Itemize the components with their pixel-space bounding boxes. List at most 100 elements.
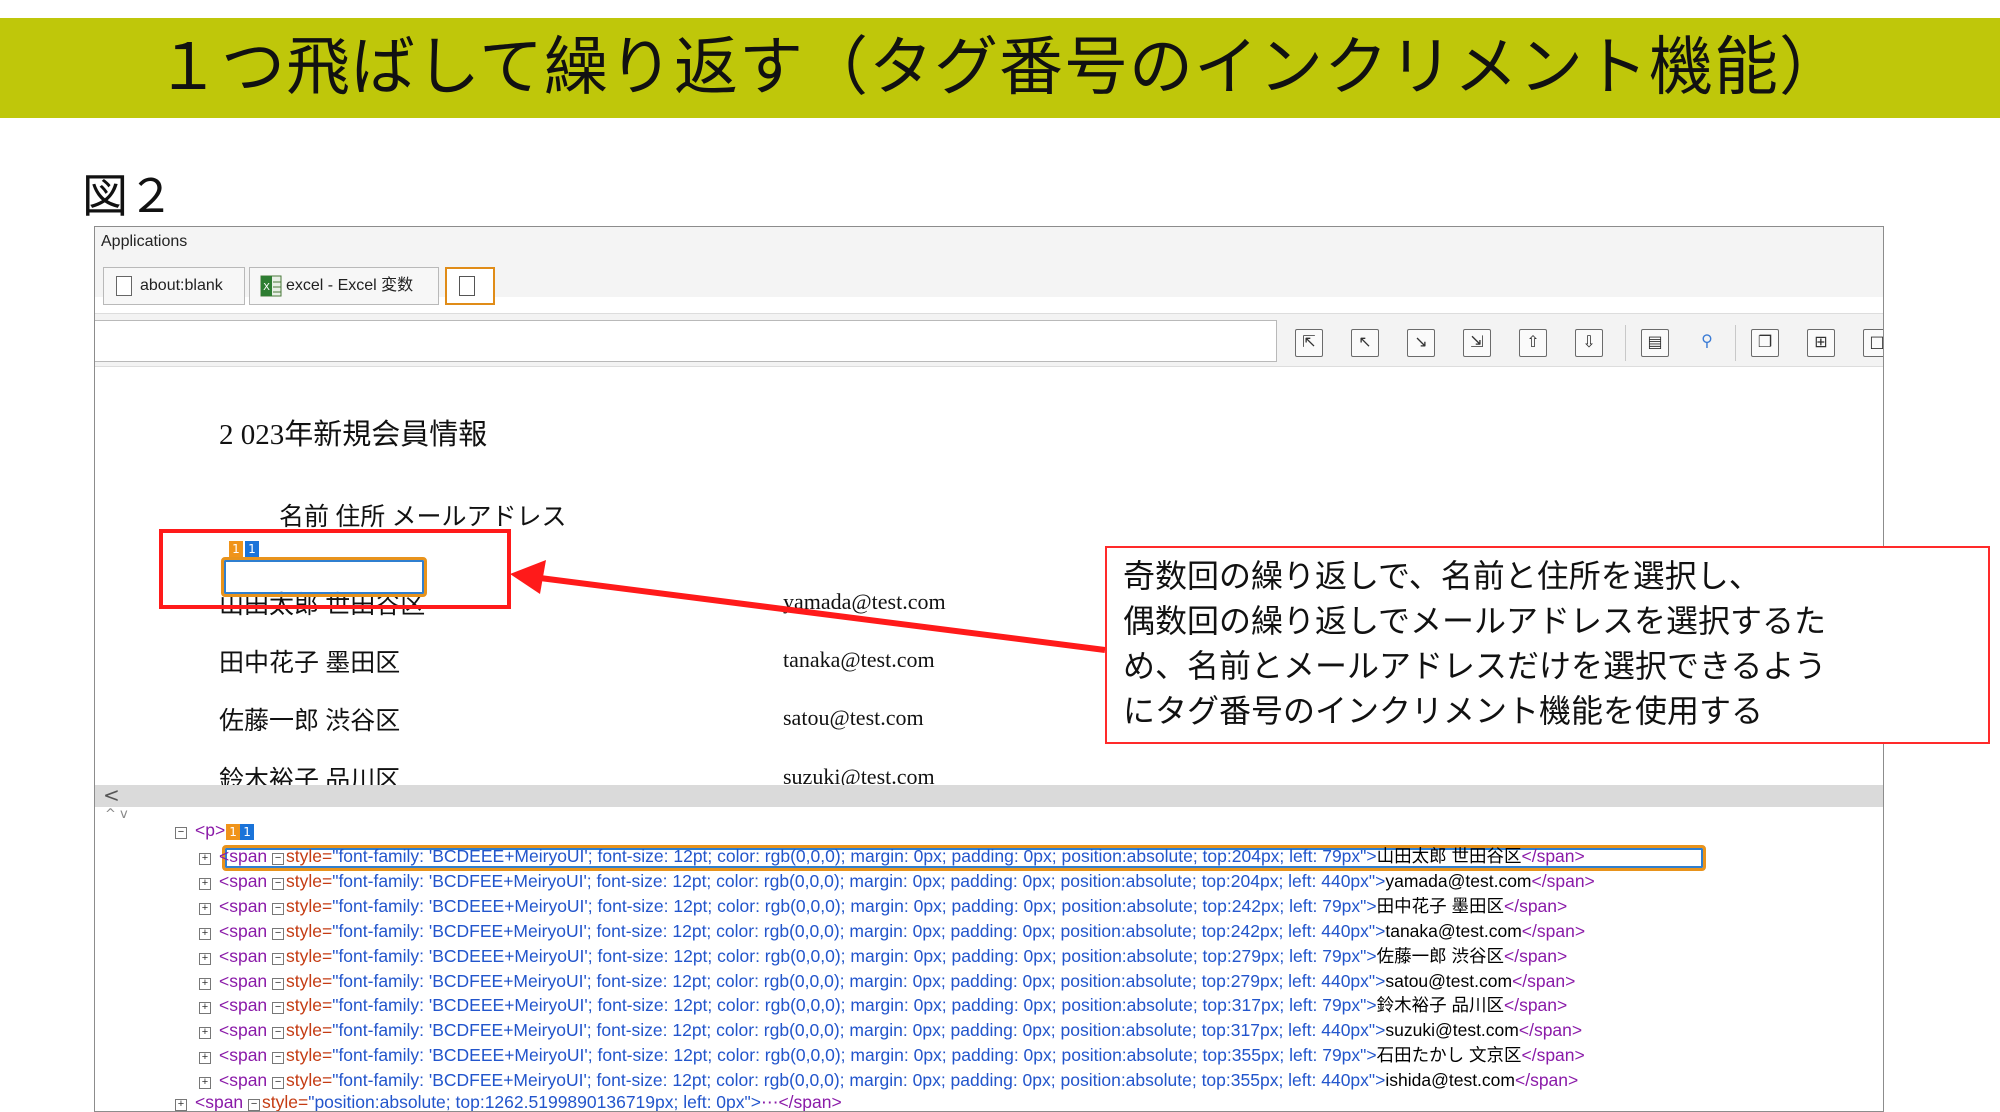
column-header: 名前 住所 メールアドレス [279,497,567,533]
search-button[interactable]: ⚲ [1693,329,1721,357]
tag-close: </span> [1521,1045,1584,1065]
attr-name: style= [286,1045,332,1065]
move-down-icon: ⇩ [1576,330,1602,356]
nav-first-icon: ⇱ [1296,330,1322,356]
span-node[interactable]: +<span −style="font-family: 'BCDEEE+Meir… [199,945,1567,967]
tag-open: <span [219,946,272,966]
span-node[interactable]: +<span −style="font-family: 'BCDEEE+Meir… [199,994,1567,1016]
collapse-icon[interactable]: − [272,1027,284,1039]
nav-down-right-button[interactable]: ↘ [1407,329,1435,357]
collapse-icon[interactable]: − [272,903,284,915]
copy-window-button[interactable]: ❐ [1751,329,1779,357]
collapse-icon[interactable]: − [272,1052,284,1064]
tag-close: </span> [1521,846,1584,866]
expand-icon[interactable]: + [199,1002,211,1014]
expand-icon[interactable]: + [199,953,211,965]
collapse-icon[interactable]: − [272,1077,284,1089]
horizontal-scrollbar[interactable]: < [95,785,1883,807]
blank-page-icon [459,276,475,296]
svg-text:X: X [263,282,270,293]
p-tag-node[interactable]: −<p> 11 [175,819,254,841]
expand-icon[interactable]: + [199,878,211,890]
tag-open: <span [219,871,272,891]
window-header: Applications [95,227,1883,255]
span-node[interactable]: + <span −style="font-family: 'BCDFEE+Meir… [199,870,1595,892]
tab-excel[interactable]: X excel - Excel 変数 [249,267,439,305]
scroll-left-icon[interactable]: < [103,783,120,807]
row-email[interactable]: yamada@test.com [783,589,946,615]
expand-icon[interactable]: + [199,853,211,865]
move-up-button[interactable]: ⇧ [1519,329,1547,357]
node-text: 佐藤一郎 渋谷区 [1377,946,1504,966]
nav-up-icon: ↖ [1352,330,1378,356]
span-node[interactable]: +<span −style="font-family: 'BCDFEE+Meir… [199,920,1585,942]
tag-badge-blue: 1 [240,824,254,840]
expand-icon[interactable]: + [199,1077,211,1089]
tag-badge-blue: 1 [245,541,259,557]
attr-name: style= [286,995,332,1015]
expand-icon[interactable]: + [199,1052,211,1064]
tab-active[interactable] [445,267,495,305]
row-email[interactable]: satou@test.com [783,705,924,731]
collapse-icon[interactable]: − [272,853,284,865]
attr-name: style= [286,971,332,991]
expand-icon[interactable]: + [199,903,211,915]
attr-name: style= [286,871,332,891]
attr-value: "font-family: 'BCDEEE+MeiryoUI'; font-si… [332,995,1376,1015]
attr-name: style= [286,1020,332,1040]
tag-open: <span [219,1020,272,1040]
span-node[interactable]: +<span −style="font-family: 'BCDEEE+Meir… [199,1044,1585,1066]
row-name[interactable]: 田中花子 墨田区 [219,643,400,679]
move-down-button[interactable]: ⇩ [1575,329,1603,357]
add-window-button[interactable]: ⊞ [1807,329,1835,357]
add-window-icon: ⊞ [1808,330,1834,356]
node-text: tanaka@test.com [1385,921,1521,941]
span-node[interactable]: +<span −style="font-family: 'BCDFEE+Meir… [199,1019,1582,1041]
nav-up-button[interactable]: ↖ [1351,329,1379,357]
collapse-icon[interactable]: − [272,878,284,890]
collapse-icon[interactable]: − [272,953,284,965]
attr-name: style= [286,921,332,941]
callout-line: にタグ番号のインクリメント機能を使用する [1123,689,1972,734]
collapse-icon[interactable]: − [272,1002,284,1014]
nav-last-button[interactable]: ⇲ [1463,329,1491,357]
selection-outline [221,557,427,597]
node-text: 田中花子 墨田区 [1377,896,1504,916]
row-email[interactable]: tanaka@test.com [783,647,935,673]
collapse-icon[interactable]: − [248,1099,260,1111]
attr-value: "font-family: 'BCDFEE+MeiryoUI'; font-si… [332,871,1385,891]
span-node[interactable]: +<span −style="font-family: 'BCDFEE+Meir… [199,970,1575,992]
title-banner: １つ飛ばして繰り返す（タグ番号のインクリメント機能） [0,18,2000,118]
expand-icon[interactable]: + [199,978,211,990]
expand-icon[interactable]: + [199,928,211,940]
toolbar-divider [1625,325,1626,361]
node-text: yamada@test.com [1385,871,1531,891]
tab-about-blank[interactable]: about:blank [103,267,245,305]
span-node[interactable]: +<span −style="font-family: 'BCDEEE+Meir… [199,845,1585,867]
window-icon: □ [1864,330,1884,356]
node-text: satou@test.com [1385,971,1512,991]
attr-name: style= [286,946,332,966]
tag-open: <span [219,846,272,866]
tag-close: </span> [1519,1020,1582,1040]
expand-icon[interactable]: + [199,1027,211,1039]
attr-name: style= [286,846,332,866]
nav-down-right-icon: ↘ [1408,330,1434,356]
address-field[interactable] [94,320,1277,362]
row-name[interactable]: 佐藤一郎 渋谷区 [219,701,400,737]
collapse-icon[interactable]: − [272,978,284,990]
nav-first-button[interactable]: ⇱ [1295,329,1323,357]
copy-window-icon: ❐ [1752,330,1778,356]
tag-close: </span> [1512,971,1575,991]
collapse-icon[interactable]: − [272,928,284,940]
window-button[interactable]: □ [1863,329,1884,357]
expand-icon[interactable]: + [175,1099,187,1111]
page-button[interactable]: ▤ [1641,329,1669,357]
collapse-icon[interactable]: − [175,827,187,839]
span-node[interactable]: +<span −style="font-family: 'BCDFEE+Meir… [199,1069,1578,1091]
tag-close: </span> [1515,1070,1578,1090]
attr-value: "font-family: 'BCDFEE+MeiryoUI'; font-si… [332,971,1385,991]
span-node[interactable]: +<span −style="font-family: 'BCDEEE+Meir… [199,895,1567,917]
span-node-collapsed[interactable]: +<span −style="position:absolute; top:12… [175,1091,842,1112]
code-nav-arrows[interactable]: ^ v [105,807,128,822]
